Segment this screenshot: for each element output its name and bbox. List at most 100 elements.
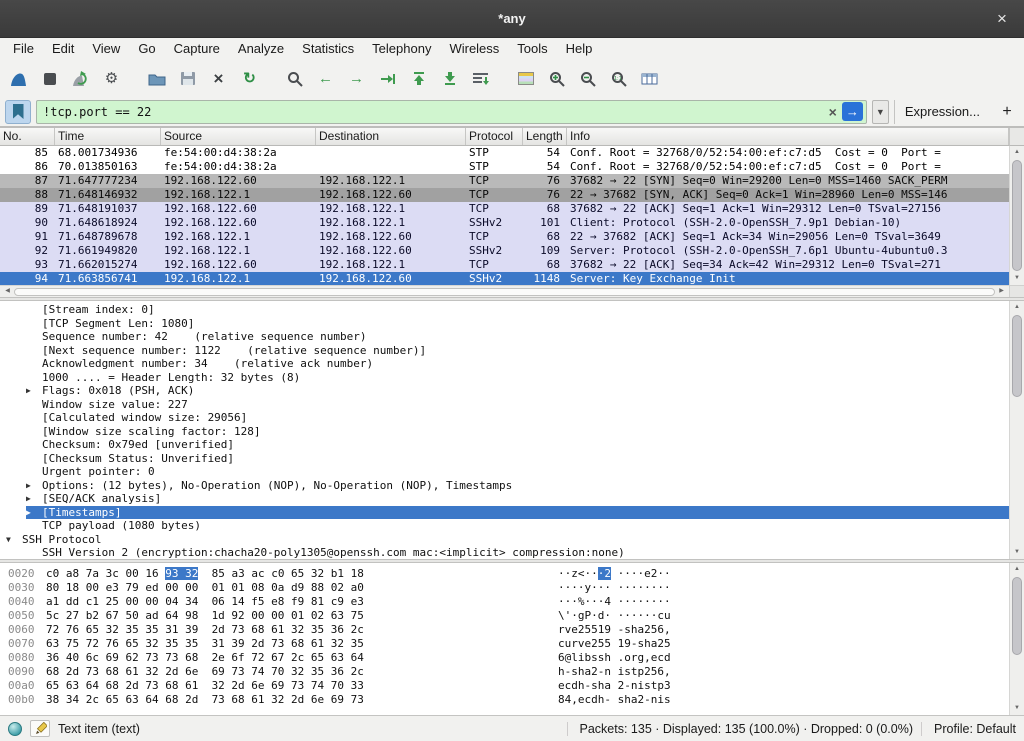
hex-row-0030[interactable]: 003080 18 00 e3 79 ed 00 00 01 01 08 0a … [0, 581, 1024, 595]
packet-row-89[interactable]: 8971.648191037192.168.122.60192.168.122.… [0, 202, 1009, 216]
title-bar[interactable]: *any × [0, 0, 1024, 38]
scroll-up-icon[interactable]: ▲ [1010, 146, 1024, 159]
scroll-right-icon[interactable]: ▶ [995, 286, 1008, 297]
detail-line[interactable]: [Next sequence number: 1122 (relative se… [0, 344, 1009, 358]
scroll-down-icon[interactable]: ▼ [1010, 546, 1024, 559]
reload-button[interactable]: ↻ [235, 64, 264, 93]
detail-line[interactable]: ▶Flags: 0x018 (PSH, ACK) [0, 384, 1009, 398]
detail-line[interactable]: [Window size scaling factor: 128] [0, 425, 1009, 439]
detail-line[interactable]: [TCP Segment Len: 1080] [0, 317, 1009, 331]
packet-row-87[interactable]: 8771.647777234192.168.122.60192.168.122.… [0, 174, 1009, 188]
scroll-down-icon[interactable]: ▼ [1010, 272, 1024, 285]
close-file-button[interactable]: × [204, 64, 233, 93]
details-vthumb[interactable] [1012, 315, 1022, 397]
expand-icon[interactable]: ▶ [26, 384, 42, 398]
expand-icon[interactable]: ▶ [26, 492, 42, 506]
packet-list-hscrollbar[interactable]: ◀ ▶ [0, 285, 1009, 297]
menu-help[interactable]: Help [557, 38, 602, 60]
save-file-button[interactable] [173, 64, 202, 93]
menu-tools[interactable]: Tools [508, 38, 556, 60]
colorize-button[interactable] [511, 64, 540, 93]
detail-line[interactable]: ▼SSH Protocol [0, 533, 1009, 547]
packet-row-93[interactable]: 9371.662015274192.168.122.60192.168.122.… [0, 258, 1009, 272]
scroll-left-icon[interactable]: ◀ [1, 286, 14, 297]
hex-row-0050[interactable]: 00505c 27 b2 67 50 ad 64 98 1d 92 00 00 … [0, 609, 1024, 623]
find-packet-button[interactable] [280, 64, 309, 93]
status-profile[interactable]: Profile: Default [921, 722, 1016, 736]
display-filter-input[interactable] [43, 105, 824, 119]
detail-line[interactable]: [Checksum Status: Unverified] [0, 452, 1009, 466]
detail-line[interactable]: SSH Version 2 (encryption:chacha20-poly1… [0, 546, 1009, 559]
detail-line[interactable]: 1000 .... = Header Length: 32 bytes (8) [0, 371, 1009, 385]
hex-row-0080[interactable]: 008036 40 6c 69 62 73 73 68 2e 6f 72 67 … [0, 651, 1024, 665]
go-first-button[interactable] [404, 64, 433, 93]
detail-line[interactable]: [Stream index: 0] [0, 303, 1009, 317]
expand-icon[interactable]: ▶ [26, 479, 42, 493]
column-header-protocol[interactable]: Protocol [466, 128, 523, 145]
go-forward-button[interactable]: → [342, 64, 371, 93]
hex-row-00a0[interactable]: 00a065 63 64 68 2d 73 68 61 32 2d 6e 69 … [0, 679, 1024, 693]
expert-info-icon[interactable] [8, 722, 22, 736]
packet-list-vthumb[interactable] [1012, 160, 1022, 271]
detail-line[interactable]: TCP payload (1080 bytes) [0, 519, 1009, 533]
column-header-info[interactable]: Info [567, 128, 1009, 145]
zoom-in-button[interactable] [542, 64, 571, 93]
column-header-length[interactable]: Length [523, 128, 567, 145]
hex-row-0060[interactable]: 006072 76 65 32 35 35 31 39 2d 73 68 61 … [0, 623, 1024, 637]
packet-row-90[interactable]: 9071.648618924192.168.122.60192.168.122.… [0, 216, 1009, 230]
hex-row-0070[interactable]: 007063 75 72 76 65 32 35 35 31 39 2d 73 … [0, 637, 1024, 651]
go-back-button[interactable]: ← [311, 64, 340, 93]
menu-telephony[interactable]: Telephony [363, 38, 440, 60]
menu-edit[interactable]: Edit [43, 38, 83, 60]
hex-row-00b0[interactable]: 00b038 34 2c 65 63 64 68 2d 73 68 61 32 … [0, 693, 1024, 707]
packet-row-88[interactable]: 8871.648146932192.168.122.1192.168.122.6… [0, 188, 1009, 202]
close-window-button[interactable]: × [992, 9, 1012, 29]
scroll-down-icon[interactable]: ▼ [1010, 702, 1024, 715]
scroll-up-icon[interactable]: ▲ [1010, 563, 1024, 576]
filter-clear-button[interactable]: × [824, 105, 842, 119]
zoom-original-button[interactable]: 1:1 [604, 64, 633, 93]
capture-comment-icon[interactable] [30, 720, 50, 737]
detail-line[interactable]: ▶Options: (12 bytes), No-Operation (NOP)… [0, 479, 1009, 493]
menu-statistics[interactable]: Statistics [293, 38, 363, 60]
packet-row-85[interactable]: 8568.001734936fe:54:00:d4:38:2aSTP54Conf… [0, 146, 1009, 160]
menu-view[interactable]: View [83, 38, 129, 60]
menu-analyze[interactable]: Analyze [229, 38, 293, 60]
hex-row-0040[interactable]: 0040a1 dd c1 25 00 00 04 34 06 14 f5 e8 … [0, 595, 1024, 609]
zoom-out-button[interactable] [573, 64, 602, 93]
column-header-source[interactable]: Source [161, 128, 316, 145]
menu-go[interactable]: Go [129, 38, 164, 60]
menu-capture[interactable]: Capture [165, 38, 229, 60]
auto-scroll-button[interactable] [466, 64, 495, 93]
detail-line[interactable]: ▶[SEQ/ACK analysis] [0, 492, 1009, 506]
packet-row-92[interactable]: 9271.661949820192.168.122.1192.168.122.6… [0, 244, 1009, 258]
detail-line[interactable]: Window size value: 227 [0, 398, 1009, 412]
resize-columns-button[interactable] [635, 64, 664, 93]
capture-options-button[interactable]: ⚙ [97, 64, 126, 93]
packet-row-94[interactable]: 9471.663856741192.168.122.1192.168.122.6… [0, 272, 1009, 286]
bytes-vscrollbar[interactable]: ▲ ▼ [1009, 563, 1024, 715]
packet-list-hthumb[interactable] [14, 288, 995, 296]
column-header-destination[interactable]: Destination [316, 128, 466, 145]
detail-line[interactable]: [Calculated window size: 29056] [0, 411, 1009, 425]
filter-bookmark-button[interactable] [5, 100, 31, 124]
expand-icon[interactable]: ▶ [26, 506, 42, 520]
open-file-button[interactable] [142, 64, 171, 93]
packet-row-86[interactable]: 8670.013850163fe:54:00:d4:38:2aSTP54Conf… [0, 160, 1009, 174]
menu-wireless[interactable]: Wireless [440, 38, 508, 60]
detail-line[interactable]: Sequence number: 42 (relative sequence n… [0, 330, 1009, 344]
go-to-packet-button[interactable] [373, 64, 402, 93]
stop-capture-button[interactable] [35, 64, 64, 93]
restart-capture-button[interactable] [66, 64, 95, 93]
scroll-up-icon[interactable]: ▲ [1010, 301, 1024, 314]
hex-row-0090[interactable]: 009068 2d 73 68 61 32 2d 6e 69 73 74 70 … [0, 665, 1024, 679]
start-capture-button[interactable] [4, 64, 33, 93]
column-header-no[interactable]: No. [0, 128, 55, 145]
column-config-button[interactable] [1009, 128, 1024, 146]
detail-line[interactable]: Urgent pointer: 0 [0, 465, 1009, 479]
packet-row-91[interactable]: 9171.648789678192.168.122.1192.168.122.6… [0, 230, 1009, 244]
packet-list-vscrollbar[interactable]: ▲ ▼ [1009, 146, 1024, 285]
filter-history-dropdown[interactable]: ▼ [872, 100, 889, 124]
detail-line[interactable]: ▶[Timestamps] [0, 506, 1009, 520]
filter-add-button[interactable]: + [995, 100, 1019, 124]
